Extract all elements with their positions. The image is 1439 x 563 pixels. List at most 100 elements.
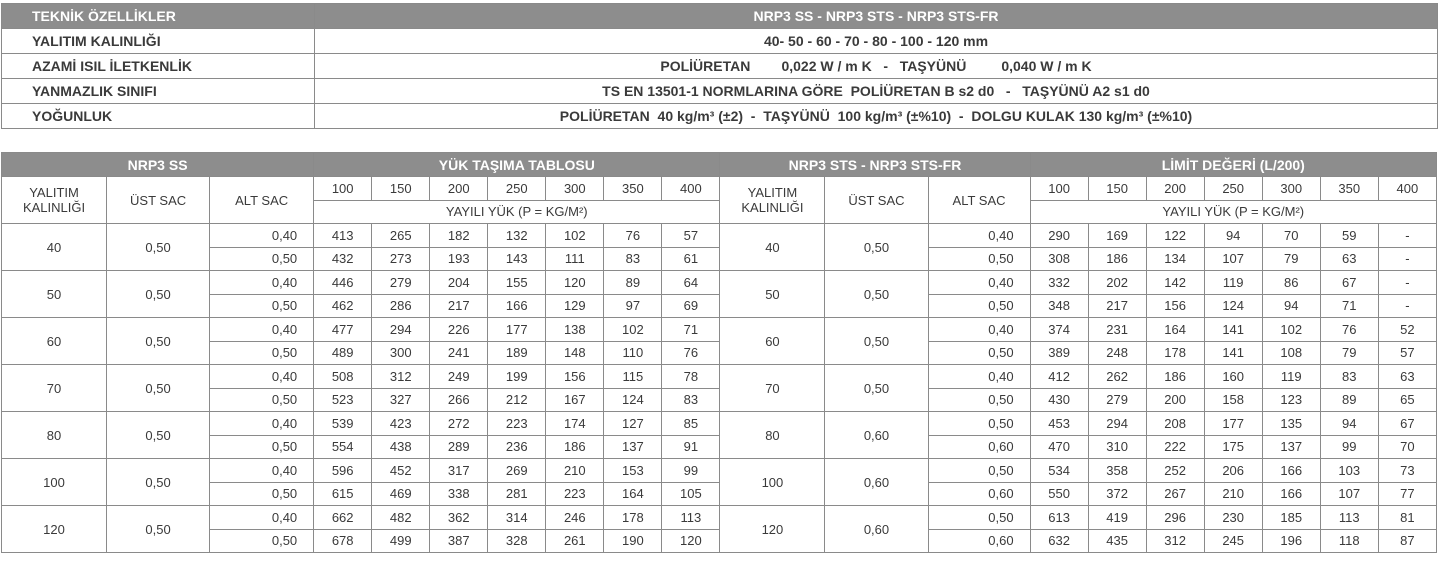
load-value-cell: 289 — [429, 434, 489, 459]
load-value-cell: - — [1377, 270, 1438, 295]
spec-table: TEKNİK ÖZELLİKLER NRP3 SS - NRP3 STS - N… — [1, 3, 1438, 129]
thickness-cell: 80 — [0, 411, 108, 459]
spec-label: YOĞUNLUK — [1, 103, 315, 129]
load-value-cell: 317 — [429, 458, 489, 483]
spec-header-value: NRP3 SS - NRP3 STS - NRP3 STS-FR — [314, 3, 1438, 29]
span-header: 250 — [487, 176, 547, 201]
table-row: 40 0,50 0,40 413 265 182 132 102 76 57 40 0,50 0,40 2… — [0, 223, 1438, 271]
load-value-cell: 178 — [1145, 340, 1205, 365]
load-value-cell: 83 — [661, 387, 721, 412]
load-value-cell: 166 — [1261, 481, 1321, 506]
load-value-cell: 122 — [1145, 223, 1205, 248]
load-value-cell: 199 — [487, 364, 547, 389]
column-header-row: YALITIM KALINLIĞI ÜST SAC ALT SAC 100 15… — [0, 176, 1438, 224]
table-row: 0,50 678 499 387 328 261 190 120 0,60 632 435 312 24… — [2, 528, 1438, 553]
thickness-cell: 100 — [719, 458, 826, 506]
load-value-cell: 550 — [1029, 481, 1089, 506]
load-value-cell: 174 — [545, 411, 605, 436]
load-value-cell: - — [1377, 246, 1438, 271]
spec-row: YOĞUNLUK POLİÜRETAN 40 kg/m³ (±2) - TAŞY… — [1, 103, 1438, 129]
top-sheet-cell: 0,60 — [824, 505, 929, 553]
load-value-cell: 190 — [603, 528, 663, 553]
spec-row: YANMAZLIK SINIFI TS EN 13501-1 NORMLARIN… — [1, 78, 1438, 104]
top-sheet-cell: 0,50 — [106, 223, 211, 271]
load-value-cell: 102 — [1261, 317, 1321, 342]
load-value-cell: - — [1377, 293, 1438, 318]
load-value-cell: 534 — [1029, 458, 1089, 483]
table-row: 0,50 615 469 338 281 223 164 105 0,60 550 372 267 21… — [2, 481, 1438, 506]
load-value-cell: 119 — [1203, 270, 1263, 295]
top-sheet-cell: 0,50 — [106, 317, 211, 365]
load-value-cell: 148 — [545, 340, 605, 365]
load-value-cell: 252 — [1145, 458, 1205, 483]
load-value-cell: 113 — [1319, 505, 1379, 530]
bottom-sheet-cell: 0,60 — [927, 528, 1031, 553]
load-value-cell: 57 — [661, 223, 721, 248]
load-value-cell: 678 — [313, 528, 373, 553]
load-value-cell: 223 — [545, 481, 605, 506]
load-value-cell: 137 — [603, 434, 663, 459]
spec-value: POLİÜRETAN 0,022 W / m K - TAŞYÜNÜ 0,040… — [314, 53, 1438, 79]
load-value-cell: 78 — [661, 364, 721, 389]
load-value-cell: 265 — [371, 223, 431, 248]
load-value-cell: 294 — [371, 317, 431, 342]
load-value-cell: 137 — [1261, 434, 1321, 459]
load-value-cell: 267 — [1145, 481, 1205, 506]
load-value-cell: 262 — [1087, 364, 1147, 389]
load-value-cell: 94 — [1203, 223, 1263, 248]
load-value-cell: 120 — [661, 528, 721, 553]
load-value-cell: 210 — [545, 458, 605, 483]
load-value-cell: 138 — [545, 317, 605, 342]
load-value-cell: 64 — [661, 270, 721, 295]
span-header: 100 — [1029, 176, 1089, 201]
spec-value: POLİÜRETAN 40 kg/m³ (±2) - TAŞYÜNÜ 100 k… — [314, 103, 1438, 129]
thickness-cell: 40 — [0, 223, 108, 271]
load-value-cell: 554 — [313, 434, 373, 459]
load-value-cell: 358 — [1087, 458, 1147, 483]
load-value-cell: 273 — [371, 246, 431, 271]
load-value-cell: 453 — [1029, 411, 1089, 436]
load-table-body: 40 0,50 0,40 413 265 182 132 102 76 57 40 0,50 0,40 2… — [0, 223, 1438, 553]
span-header: 150 — [1087, 176, 1147, 201]
span-header: 200 — [1145, 176, 1205, 201]
load-value-cell: 164 — [1145, 317, 1205, 342]
top-sheet-cell: 0,50 — [824, 317, 929, 365]
table-row: 50 0,50 0,40 446 279 204 155 120 89 64 50 0,50 0,40 3… — [0, 270, 1438, 318]
load-value-cell: 115 — [603, 364, 663, 389]
load-value-cell: 76 — [1319, 317, 1379, 342]
load-value-cell: 94 — [1319, 411, 1379, 436]
load-value-cell: 57 — [1377, 340, 1438, 365]
load-value-cell: 102 — [603, 317, 663, 342]
load-value-cell: 185 — [1261, 505, 1321, 530]
load-value-cell: 189 — [487, 340, 547, 365]
load-value-cell: 200 — [1145, 387, 1205, 412]
load-value-cell: 435 — [1087, 528, 1147, 553]
load-value-cell: 312 — [1145, 528, 1205, 553]
load-value-cell: 110 — [603, 340, 663, 365]
load-value-cell: 160 — [1203, 364, 1263, 389]
load-value-cell: 374 — [1029, 317, 1089, 342]
load-value-cell: 193 — [429, 246, 489, 271]
load-value-cell: 65 — [1377, 387, 1438, 412]
load-value-cell: 300 — [371, 340, 431, 365]
load-value-cell: 76 — [603, 223, 663, 248]
load-value-cell: 236 — [487, 434, 547, 459]
spec-header-row: TEKNİK ÖZELLİKLER NRP3 SS - NRP3 STS - N… — [1, 3, 1438, 29]
load-value-cell: 119 — [1261, 364, 1321, 389]
load-value-cell: 245 — [1203, 528, 1263, 553]
bottom-sheet-cell: 0,50 — [927, 411, 1031, 436]
load-value-cell: 212 — [487, 387, 547, 412]
span-header: 150 — [371, 176, 431, 201]
thickness-cell: 60 — [0, 317, 108, 365]
table-row: 0,50 432 273 193 143 111 83 61 0,50 308 186 134 107 7… — [2, 246, 1438, 271]
col-bottom-sheet: ALT SAC — [209, 176, 315, 224]
thickness-cell: 40 — [719, 223, 826, 271]
span-header: 350 — [603, 176, 663, 201]
load-value-cell: 296 — [1145, 505, 1205, 530]
load-value-cell: 71 — [1319, 293, 1379, 318]
load-value-cell: 177 — [487, 317, 547, 342]
load-value-cell: 202 — [1087, 270, 1147, 295]
load-value-cell: 308 — [1029, 246, 1089, 271]
span-header: 250 — [1203, 176, 1263, 201]
table-row: 60 0,50 0,40 477 294 226 177 138 102 71 60 0,50 0,40… — [0, 317, 1438, 365]
